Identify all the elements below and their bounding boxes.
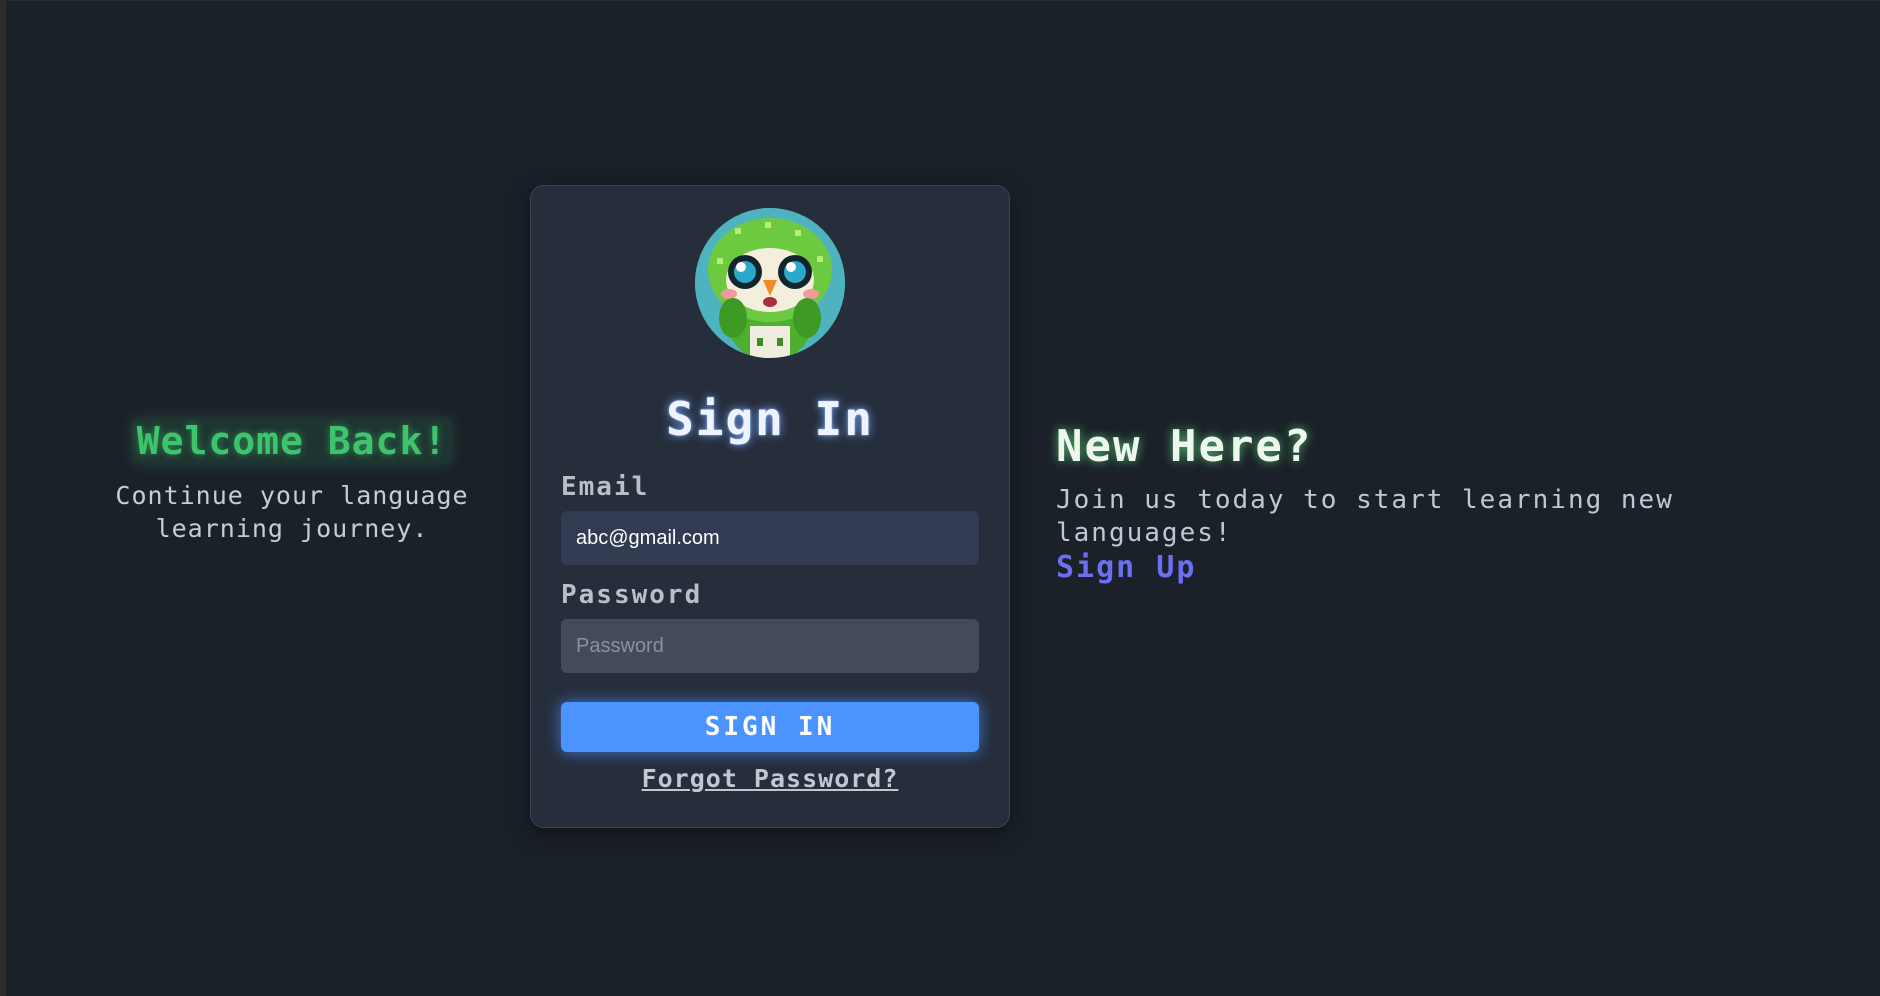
signin-button[interactable]: SIGN IN bbox=[561, 702, 979, 752]
welcome-title: Welcome Back! bbox=[132, 419, 452, 463]
new-here-text: Join us today to start learning new lang… bbox=[1056, 485, 1674, 548]
app-window: Welcome Back! Continue your language lea… bbox=[0, 0, 1880, 996]
owl-mascot-icon bbox=[695, 208, 845, 358]
welcome-section: Welcome Back! Continue your language lea… bbox=[102, 419, 482, 545]
welcome-subtitle: Continue your language learning journey. bbox=[115, 481, 469, 543]
forgot-password-link[interactable]: Forgot Password? bbox=[531, 764, 1009, 793]
password-label: Password bbox=[561, 580, 703, 610]
sign-up-link[interactable]: Sign Up bbox=[1056, 550, 1196, 585]
new-here-title: New Here? bbox=[1056, 421, 1313, 472]
email-field[interactable] bbox=[561, 511, 979, 565]
signin-card: Sign In Email Password SIGN IN Forgot Pa… bbox=[530, 185, 1010, 828]
signin-title: Sign In bbox=[666, 392, 874, 446]
new-here-section: New Here? Join us today to start learnin… bbox=[1056, 421, 1836, 585]
email-label: Email bbox=[561, 472, 650, 502]
password-field[interactable] bbox=[561, 619, 979, 673]
